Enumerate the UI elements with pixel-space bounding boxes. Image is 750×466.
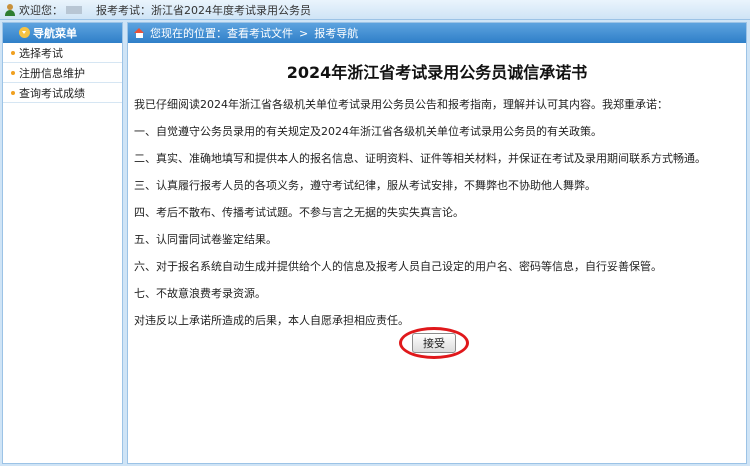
breadcrumb-current: 报考导航	[314, 27, 359, 40]
home-icon	[134, 28, 145, 38]
breadcrumb-separator: >	[299, 26, 309, 40]
sidebar-item-exam-scores[interactable]: 查询考试成绩	[3, 83, 122, 103]
top-status-bar: 欢迎您： 报考考试： 浙江省2024年度考试录用公务员	[0, 0, 750, 20]
pledge-item-4: 四、考后不散布、传播考试试题。不参与言之无据的失实失真言论。	[134, 206, 464, 219]
bullet-icon	[11, 91, 15, 95]
user-icon	[4, 3, 16, 16]
pledge-item-3: 三、认真履行报考人员的各项义务，遵守考试纪律，服从考试安排，不舞弊也不协助他人舞…	[134, 179, 596, 192]
main-panel: 您现在的位置：查看考试文件 > 报考导航 2024年浙江省考试录用公务员诚信承诺…	[127, 22, 747, 464]
pledge-item-6: 六、对于报名系统自动生成并提供给个人的信息及报考人员自己设定的用户名、密码等信息…	[134, 260, 662, 273]
sidebar-item-label: 查询考试成绩	[19, 86, 85, 100]
sidebar-item-label: 注册信息维护	[19, 66, 85, 80]
exam-label: 报考考试：	[96, 3, 151, 17]
welcome-label: 欢迎您：	[19, 3, 63, 17]
accept-button[interactable]: 接受	[412, 333, 456, 353]
sidebar-item-label: 选择考试	[19, 46, 63, 60]
document-intro: 我已仔细阅读2024年浙江省各级机关单位考试录用公务员公告和报考指南，理解并认可…	[134, 98, 668, 111]
sidebar-title: 导航菜单	[33, 27, 77, 40]
chevron-down-icon	[19, 27, 30, 38]
pledge-item-2: 二、真实、准确地填写和提供本人的报名信息、证明资料、证件等相关材料，并保证在考试…	[134, 152, 706, 165]
document-content: 2024年浙江省考试录用公务员诚信承诺书 我已仔细阅读2024年浙江省各级机关单…	[128, 59, 746, 340]
exam-name: 浙江省2024年度考试录用公务员	[151, 3, 311, 17]
app-frame: 导航菜单 选择考试 注册信息维护 查询考试成绩 您现在的位置：查看考试文件 > …	[0, 20, 750, 466]
sidebar-item-registration-info[interactable]: 注册信息维护	[3, 63, 122, 83]
bullet-icon	[11, 71, 15, 75]
document-title: 2024年浙江省考试录用公务员诚信承诺书	[286, 63, 588, 82]
breadcrumb: 您现在的位置：查看考试文件 > 报考导航	[128, 23, 746, 43]
accept-highlight-circle: 接受	[399, 327, 469, 359]
pledge-item-1: 一、自觉遵守公务员录用的有关规定及2024年浙江省各级机关单位考试录用公务员的有…	[134, 125, 602, 138]
bullet-icon	[11, 51, 15, 55]
pledge-item-7: 七、不故意浪费考录资源。	[134, 287, 266, 300]
breadcrumb-prefix: 您现在的位置：查看考试文件	[150, 27, 293, 40]
sidebar-header: 导航菜单	[3, 23, 122, 43]
sidebar: 导航菜单 选择考试 注册信息维护 查询考试成绩	[2, 22, 123, 464]
sidebar-item-select-exam[interactable]: 选择考试	[3, 43, 122, 63]
pledge-item-5: 五、认同雷同试卷鉴定结果。	[134, 233, 277, 246]
masked-username	[66, 5, 82, 14]
